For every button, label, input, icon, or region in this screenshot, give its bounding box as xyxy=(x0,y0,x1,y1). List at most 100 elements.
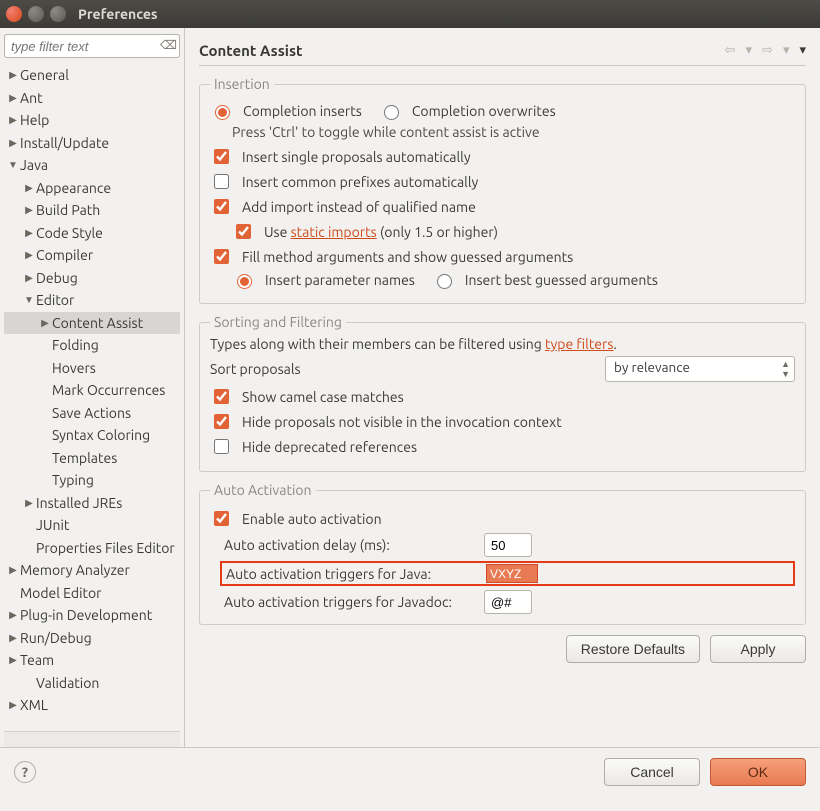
tree-item-label: Build Path xyxy=(36,199,100,222)
use-static-imports-checkbox[interactable] xyxy=(236,224,251,239)
completion-inserts-radio[interactable] xyxy=(215,105,230,120)
clear-filter-icon[interactable]: ⌫ xyxy=(160,38,176,54)
chevron-right-icon[interactable]: ▶ xyxy=(22,267,36,290)
hide-deprecated-checkbox[interactable] xyxy=(214,439,229,454)
tree-item[interactable]: Folding xyxy=(4,334,180,357)
tree-item[interactable]: ▶General xyxy=(4,64,180,87)
auto-delay-input[interactable] xyxy=(484,533,532,557)
add-import-checkbox[interactable] xyxy=(214,199,229,214)
horizontal-scrollbar[interactable] xyxy=(4,731,180,747)
chevron-right-icon[interactable]: ▶ xyxy=(6,604,20,627)
hide-not-visible-checkbox[interactable] xyxy=(214,414,229,429)
chevron-right-icon[interactable]: ▶ xyxy=(38,312,52,335)
nav-back-menu-icon[interactable]: ▾ xyxy=(746,43,753,58)
tree-item[interactable]: ▶Help xyxy=(4,109,180,132)
insert-param-names-radio[interactable] xyxy=(237,274,252,289)
tree-item[interactable]: ▶Team xyxy=(4,649,180,672)
chevron-right-icon[interactable]: ▶ xyxy=(6,694,20,717)
tree-item[interactable]: JUnit xyxy=(4,514,180,537)
insert-common-prefixes-checkbox[interactable] xyxy=(214,174,229,189)
use-suffix: (only 1.5 or higher) xyxy=(377,224,498,240)
tree-item-label: Installed JREs xyxy=(36,492,122,515)
nav-menu-icon[interactable]: ▾ xyxy=(799,43,806,58)
cancel-button[interactable]: Cancel xyxy=(604,758,700,786)
tree-item[interactable]: ▶Code Style xyxy=(4,222,180,245)
chevron-right-icon[interactable]: ▶ xyxy=(6,87,20,110)
tree-item[interactable]: ▶Install/Update xyxy=(4,132,180,155)
tree-item[interactable]: Syntax Coloring xyxy=(4,424,180,447)
nav-forward-menu-icon[interactable]: ▾ xyxy=(783,43,790,58)
tree-item[interactable]: Validation xyxy=(4,672,180,695)
type-filters-link[interactable]: type filters xyxy=(545,336,613,352)
tree-item-label: Mark Occurrences xyxy=(52,379,165,402)
tree-item[interactable]: ▶Run/Debug xyxy=(4,627,180,650)
triggers-javadoc-input[interactable] xyxy=(484,590,532,614)
tree-item[interactable]: ▼Editor xyxy=(4,289,180,312)
enable-auto-activation-checkbox[interactable] xyxy=(214,511,229,526)
chevron-right-icon[interactable]: ▶ xyxy=(6,109,20,132)
tree-item[interactable]: Mark Occurrences xyxy=(4,379,180,402)
tree-item-label: Hovers xyxy=(52,357,96,380)
window-minimize-icon[interactable] xyxy=(28,6,44,22)
completion-overwrites-label: Completion overwrites xyxy=(412,103,556,119)
tree-item[interactable]: ▶Memory Analyzer xyxy=(4,559,180,582)
chevron-right-icon[interactable]: ▶ xyxy=(22,199,36,222)
tree-item[interactable]: ▼Java xyxy=(4,154,180,177)
tree-item[interactable]: ▶Ant xyxy=(4,87,180,110)
sort-proposals-select[interactable]: by relevance ▲▼ xyxy=(605,356,795,382)
window-maximize-icon[interactable] xyxy=(50,6,66,22)
insert-best-guessed-radio[interactable] xyxy=(437,274,452,289)
fill-args-checkbox[interactable] xyxy=(214,249,229,264)
chevron-right-icon[interactable]: ▶ xyxy=(22,492,36,515)
tree-item[interactable]: ▶XML xyxy=(4,694,180,717)
filter-input[interactable] xyxy=(4,34,180,58)
help-icon[interactable]: ? xyxy=(14,761,36,783)
chevron-down-icon[interactable]: ▼ xyxy=(22,289,36,312)
tree-item[interactable]: ▶Compiler xyxy=(4,244,180,267)
tree-item[interactable]: ▶Debug xyxy=(4,267,180,290)
tree-item[interactable]: Model Editor xyxy=(4,582,180,605)
triggers-java-input[interactable] xyxy=(486,564,538,583)
nav-back-icon[interactable]: ⇦ xyxy=(725,43,736,58)
completion-overwrites-radio[interactable] xyxy=(384,105,399,120)
static-imports-link[interactable]: static imports xyxy=(291,224,377,240)
tree-item[interactable]: Templates xyxy=(4,447,180,470)
tree-item-label: Appearance xyxy=(36,177,111,200)
insert-single-checkbox[interactable] xyxy=(214,149,229,164)
chevron-right-icon[interactable]: ▶ xyxy=(6,649,20,672)
auto-activation-legend: Auto Activation xyxy=(210,482,316,498)
ok-button[interactable]: OK xyxy=(710,758,806,786)
tree-item-label: Run/Debug xyxy=(20,627,92,650)
preferences-tree[interactable]: ▶General▶Ant▶Help▶Install/Update▼Java▶Ap… xyxy=(4,64,180,731)
tree-item[interactable]: Save Actions xyxy=(4,402,180,425)
tree-item[interactable]: Typing xyxy=(4,469,180,492)
tree-item-label: Ant xyxy=(20,87,43,110)
tree-item[interactable]: ▶Appearance xyxy=(4,177,180,200)
tree-item-label: Compiler xyxy=(36,244,93,267)
tree-item[interactable]: ▶Installed JREs xyxy=(4,492,180,515)
tree-item[interactable]: Hovers xyxy=(4,357,180,380)
fill-args-label: Fill method arguments and show guessed a… xyxy=(242,249,573,265)
sorting-hint: Types along with their members can be fi… xyxy=(210,336,795,352)
chevron-right-icon[interactable]: ▶ xyxy=(22,222,36,245)
tree-item[interactable]: Properties Files Editor xyxy=(4,537,180,560)
apply-button[interactable]: Apply xyxy=(710,635,806,663)
chevron-right-icon[interactable]: ▶ xyxy=(6,627,20,650)
tree-item[interactable]: ▶Content Assist xyxy=(4,312,180,335)
tree-item-label: General xyxy=(20,64,69,87)
tree-item[interactable]: ▶Build Path xyxy=(4,199,180,222)
select-arrows-icon: ▲▼ xyxy=(781,359,790,379)
camel-case-checkbox[interactable] xyxy=(214,389,229,404)
restore-defaults-button[interactable]: Restore Defaults xyxy=(566,635,700,663)
nav-forward-icon[interactable]: ⇨ xyxy=(762,43,773,58)
tree-item[interactable]: ▶Plug-in Development xyxy=(4,604,180,627)
window-close-icon[interactable] xyxy=(6,6,22,22)
chevron-right-icon[interactable]: ▶ xyxy=(6,132,20,155)
chevron-right-icon[interactable]: ▶ xyxy=(22,244,36,267)
auto-delay-label: Auto activation delay (ms): xyxy=(224,537,484,553)
chevron-right-icon[interactable]: ▶ xyxy=(22,177,36,200)
chevron-down-icon[interactable]: ▼ xyxy=(6,154,20,177)
triggers-java-highlight: Auto activation triggers for Java: xyxy=(220,561,795,586)
chevron-right-icon[interactable]: ▶ xyxy=(6,64,20,87)
chevron-right-icon[interactable]: ▶ xyxy=(6,559,20,582)
